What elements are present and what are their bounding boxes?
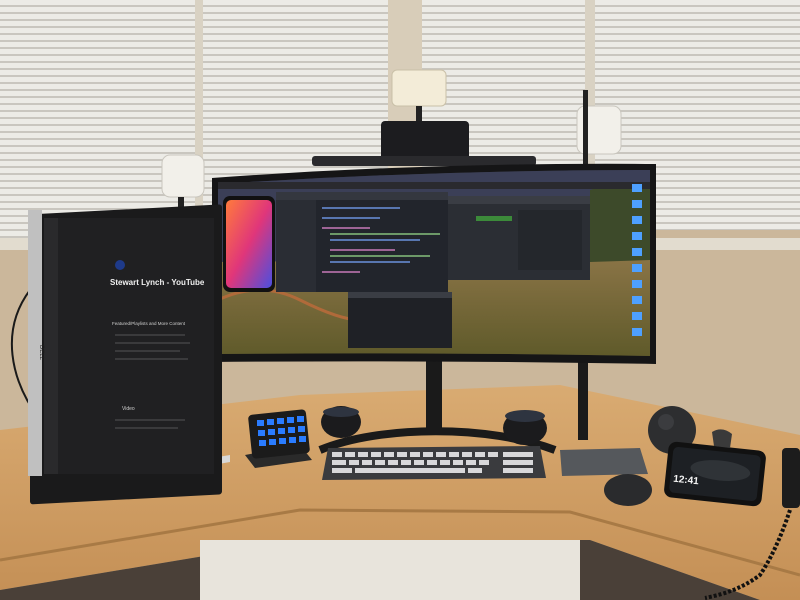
light-stand-right: [578, 360, 588, 440]
dell-logo: DELL: [38, 345, 44, 361]
keyboard: [322, 446, 546, 480]
monitor-stand: [426, 360, 442, 430]
desk-setup-photo: Stewart Lynch - YouTube Featured/Playlis…: [0, 0, 800, 600]
trackpad: [560, 448, 648, 476]
headphones: [712, 429, 732, 448]
ultrawide-monitor: [212, 163, 656, 364]
mouse: [604, 474, 652, 506]
featured-heading: Featured/Playlists and More Content: [112, 321, 186, 326]
portrait-monitor: Stewart Lynch - YouTube Featured/Playlis…: [28, 204, 230, 505]
video-section-heading: Video: [122, 406, 135, 412]
stream-deck: [245, 409, 312, 468]
desk-phone: [782, 448, 800, 508]
phone-standby: 12:41: [664, 441, 766, 507]
youtube-heading: Stewart Lynch - YouTube: [110, 278, 205, 287]
console-panel: [348, 292, 452, 348]
